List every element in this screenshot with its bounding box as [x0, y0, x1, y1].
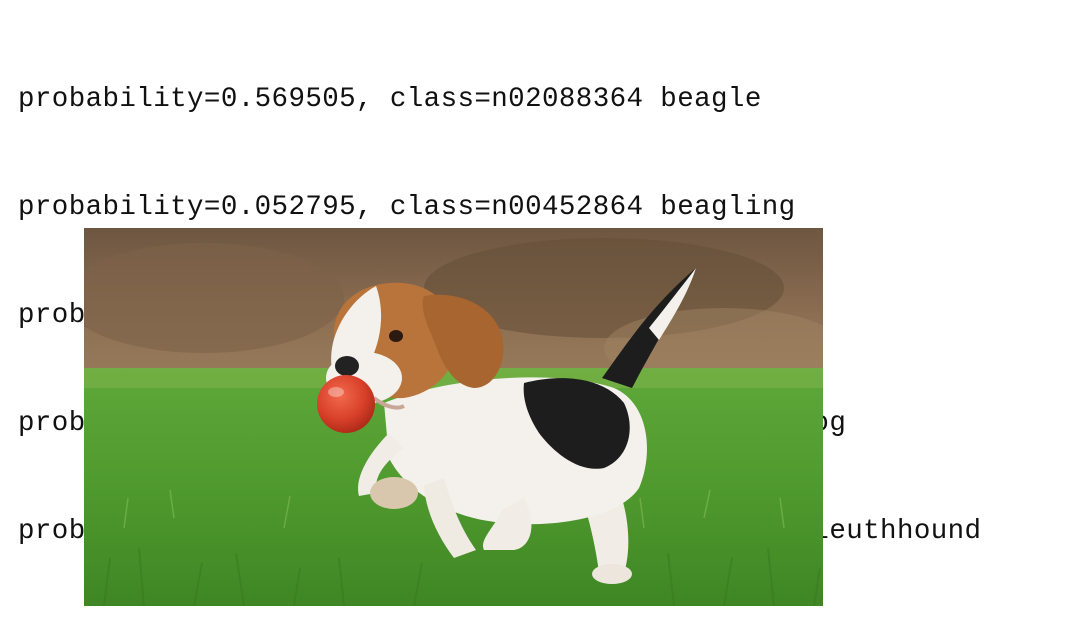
- prediction-line: probability=0.052795, class=n00452864 be…: [18, 192, 796, 223]
- prediction-line: probability=0.569505, class=n02088364 be…: [18, 84, 762, 115]
- red-ball: [317, 375, 375, 433]
- dog-paw: [370, 477, 418, 509]
- beagle-puppy-photo: [84, 228, 823, 606]
- dog-eye: [389, 330, 403, 342]
- dog-nose: [335, 356, 359, 376]
